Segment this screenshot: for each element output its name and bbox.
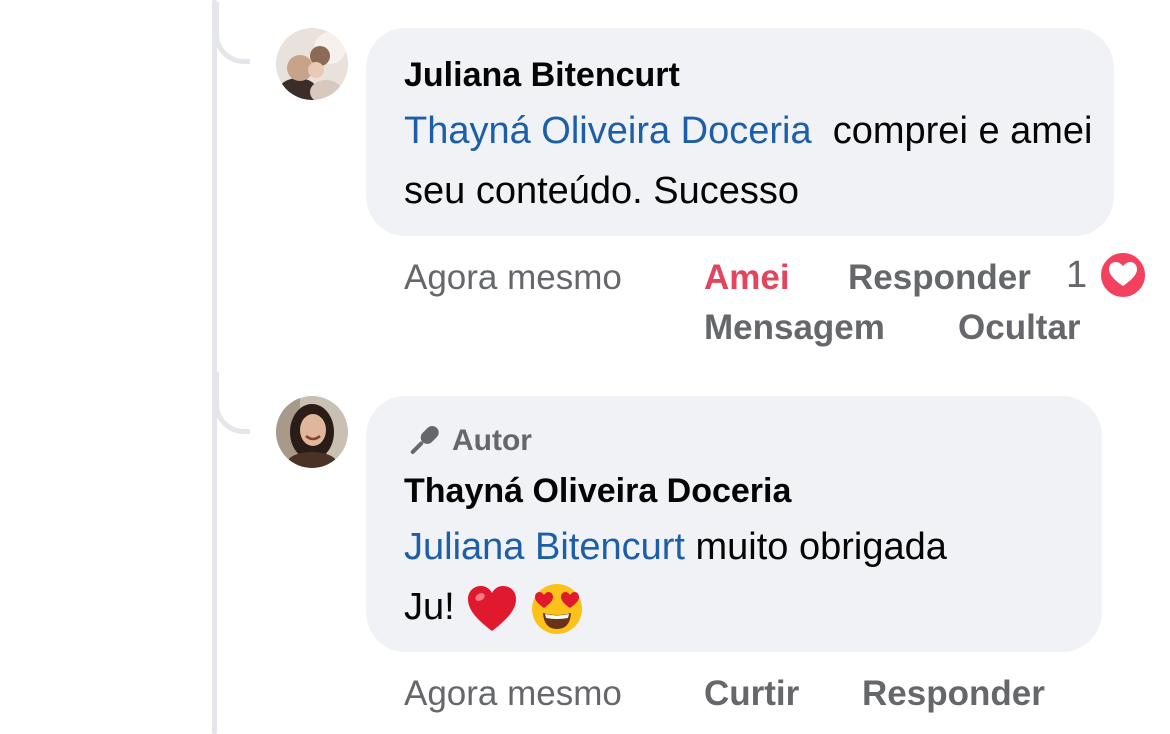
reply-button[interactable]: Responder (848, 258, 1031, 298)
comment-body-end: Ju! (404, 586, 455, 628)
red-heart-emoji (465, 584, 519, 634)
love-button[interactable]: Amei (704, 258, 790, 298)
heart-eyes-emoji (530, 582, 584, 636)
reply-connector (214, 372, 250, 434)
comment-author[interactable]: Thayná Oliveira Doceria (404, 472, 791, 511)
mention-link[interactable]: Juliana Bitencurt (404, 526, 685, 568)
avatar-juliana[interactable] (276, 28, 348, 100)
author-badge-label: Autor (452, 424, 532, 457)
heart-icon[interactable] (1098, 250, 1148, 300)
mention-link[interactable]: Thayná Oliveira Doceria (404, 110, 812, 152)
comment-timestamp[interactable]: Agora mesmo (404, 258, 622, 298)
author-badge: Autor (404, 424, 532, 458)
microphone-icon (404, 424, 442, 458)
reply-connector (214, 2, 250, 64)
like-button[interactable]: Curtir (704, 674, 799, 714)
comment-body: muito obrigada (695, 526, 947, 568)
hide-button[interactable]: Ocultar (958, 308, 1081, 348)
comment-timestamp[interactable]: Agora mesmo (404, 674, 622, 714)
thread-line (212, 0, 217, 734)
reaction-count[interactable]: 1 (1066, 254, 1087, 297)
reply-button[interactable]: Responder (862, 674, 1045, 714)
comment-text: Juliana Bitencurt muito obrigada Ju! (404, 517, 1094, 637)
avatar-thayna[interactable] (276, 396, 348, 468)
comment-author[interactable]: Juliana Bitencurt (404, 56, 680, 95)
comment-text: Thayná Oliveira Doceria comprei e amei s… (404, 101, 1094, 221)
message-button[interactable]: Mensagem (704, 308, 885, 348)
